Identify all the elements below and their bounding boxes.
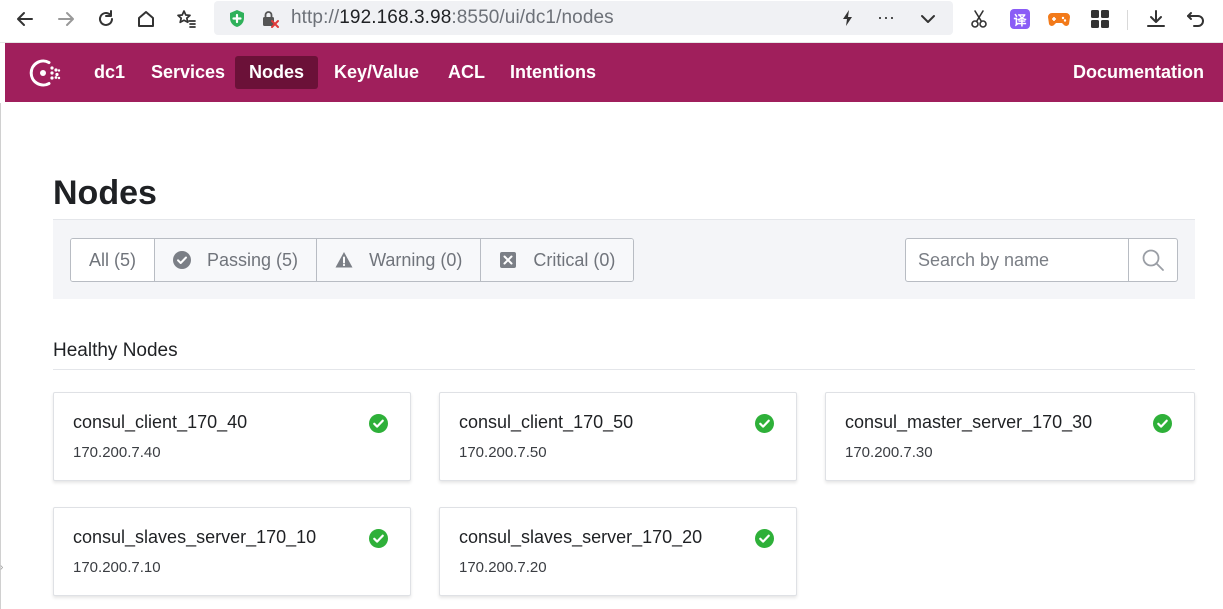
node-name: consul_slaves_server_170_20 [459, 527, 703, 547]
insecure-lock-icon[interactable] [261, 10, 279, 28]
undo-button[interactable] [1184, 7, 1208, 31]
search-input[interactable] [906, 239, 1128, 281]
bookmarks-button[interactable] [171, 6, 201, 32]
filter-critical-label: Critical (0) [533, 249, 616, 270]
scissors-button[interactable] [967, 7, 991, 31]
node-card[interactable]: consul_client_170_40 170.200.7.40 [53, 392, 411, 481]
arrow-left-icon [17, 12, 33, 26]
node-address: 170.200.7.40 [73, 444, 161, 461]
nav-intentions[interactable]: Intentions [496, 56, 610, 89]
search-box [905, 238, 1178, 282]
nav-key-value[interactable]: Key/Value [320, 56, 433, 89]
passing-check-icon [1153, 414, 1172, 433]
warning-triangle-icon [335, 252, 353, 268]
check-circle-icon [173, 251, 192, 269]
collapse-arrow-icon[interactable]: › [0, 562, 3, 573]
window-edge [0, 103, 1, 609]
node-card[interactable]: consul_master_server_170_30 170.200.7.30 [825, 392, 1195, 481]
section-divider [53, 369, 1195, 370]
more-dots-icon[interactable]: ··· [877, 7, 897, 27]
node-address: 170.200.7.50 [459, 444, 547, 461]
apps-grid-icon [1091, 10, 1109, 28]
home-button[interactable] [131, 6, 161, 32]
lightning-icon[interactable] [838, 8, 858, 28]
chevron-down-icon[interactable] [918, 9, 938, 29]
filter-all-label: All (5) [89, 249, 137, 270]
node-address: 170.200.7.30 [845, 444, 933, 461]
game-extension-button[interactable] [1047, 7, 1071, 31]
filter-passing-label: Passing (5) [207, 249, 299, 270]
search-button[interactable] [1128, 239, 1177, 281]
node-name: consul_master_server_170_30 [845, 412, 1093, 432]
filter-warning[interactable]: Warning (0) [317, 239, 482, 281]
passing-check-icon [755, 414, 774, 433]
reload-button[interactable] [91, 6, 121, 32]
nav-datacenter[interactable]: dc1 [80, 56, 139, 89]
nav-documentation[interactable]: Documentation [1073, 56, 1204, 89]
url-path: :8550/ui/dc1/nodes [451, 7, 614, 28]
node-address: 170.200.7.10 [73, 559, 161, 576]
arrow-right-icon [58, 12, 74, 26]
x-square-icon [500, 252, 517, 268]
node-card[interactable]: consul_slaves_server_170_10 170.200.7.10 [53, 507, 411, 596]
download-button[interactable] [1144, 7, 1168, 31]
consul-logo-icon[interactable] [28, 57, 64, 89]
browser-toolbar: http://192.168.3.98:8550/ui/dc1/nodes ··… [0, 0, 1223, 43]
translate-extension-icon[interactable]: 译 [1010, 9, 1030, 29]
filter-bar: All (5) Passing (5) Warning (0) Critical… [53, 219, 1195, 299]
node-name: consul_slaves_server_170_10 [73, 527, 317, 547]
filter-warning-label: Warning (0) [369, 249, 463, 270]
address-bar[interactable]: http://192.168.3.98:8550/ui/dc1/nodes ··… [214, 1, 953, 35]
search-icon [1142, 249, 1164, 271]
section-title: Healthy Nodes [53, 340, 178, 361]
nav-services[interactable]: Services [137, 56, 239, 89]
passing-check-icon [369, 529, 388, 548]
undo-icon [1187, 12, 1204, 27]
passing-check-icon [755, 529, 774, 548]
gamepad-icon [1048, 13, 1070, 26]
node-card[interactable]: consul_slaves_server_170_20 170.200.7.20 [439, 507, 797, 596]
star-list-icon [177, 10, 196, 28]
apps-button[interactable] [1088, 7, 1112, 31]
download-icon [1147, 10, 1165, 27]
page-title: Nodes [53, 174, 157, 212]
url-scheme: http:// [291, 7, 340, 28]
nav-nodes[interactable]: Nodes [235, 56, 319, 89]
shield-icon [230, 10, 244, 27]
filter-critical[interactable]: Critical (0) [481, 239, 634, 281]
url-text[interactable]: http://192.168.3.98:8550/ui/dc1/nodes [291, 7, 614, 29]
back-button[interactable] [10, 6, 40, 32]
passing-check-icon [369, 414, 388, 433]
node-address: 170.200.7.20 [459, 559, 547, 576]
filter-passing[interactable]: Passing (5) [155, 239, 318, 281]
toolbar-divider [1127, 10, 1128, 30]
scissors-icon [971, 10, 987, 28]
app-header: dc1 Services Nodes Key/Value ACL Intenti… [5, 43, 1223, 102]
url-host: 192.168.3.98 [339, 7, 452, 28]
nav-acl[interactable]: ACL [434, 56, 499, 89]
status-filter-group: All (5) Passing (5) Warning (0) Critical… [70, 238, 635, 282]
forward-button[interactable] [51, 6, 81, 32]
reload-icon [99, 10, 113, 26]
home-icon [138, 11, 154, 27]
node-card[interactable]: consul_client_170_50 170.200.7.50 [439, 392, 797, 481]
filter-all[interactable]: All (5) [71, 239, 156, 281]
node-name: consul_client_170_50 [459, 412, 634, 432]
node-name: consul_client_170_40 [73, 412, 248, 432]
